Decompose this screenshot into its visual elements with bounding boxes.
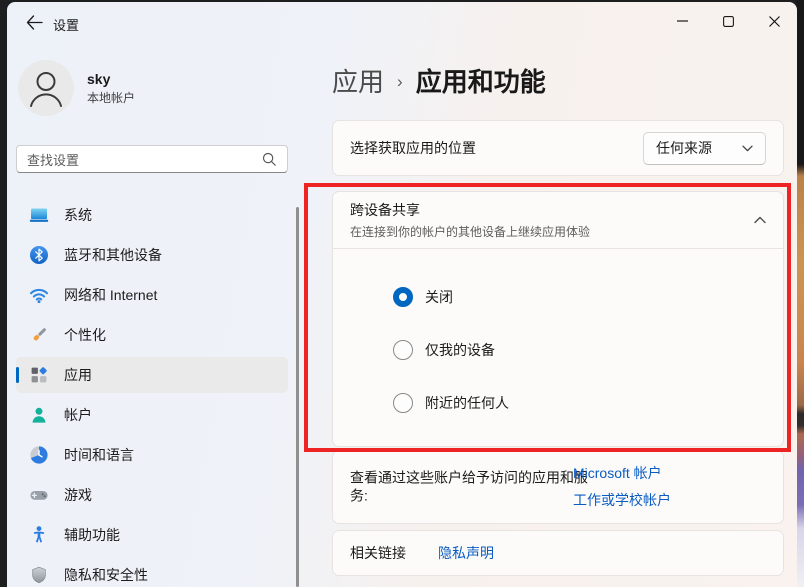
- app-source-dropdown[interactable]: 任何来源: [643, 132, 766, 165]
- search-icon: [261, 151, 277, 167]
- desktop-wallpaper-strip: [796, 0, 804, 587]
- sidebar-item-label: 辅助功能: [64, 525, 120, 545]
- chevron-down-icon: [742, 145, 753, 152]
- radio-label: 关闭: [425, 287, 453, 307]
- page-title: 应用和功能: [416, 62, 546, 99]
- sidebar-item-bluetooth[interactable]: 蓝牙和其他设备: [16, 237, 288, 273]
- radio-unselected-icon: [393, 393, 413, 413]
- user-account-type: 本地帐户: [87, 89, 135, 106]
- user-name: sky: [87, 71, 135, 87]
- sidebar-item-time-language[interactable]: 时间和语言: [16, 437, 288, 473]
- user-profile[interactable]: sky 本地帐户: [18, 60, 135, 116]
- person-icon: [18, 60, 74, 116]
- accounts-access-links: Microsoft 帐户 工作或学校帐户: [573, 451, 671, 523]
- sidebar-nav: 系统 蓝牙和其他设备: [16, 197, 288, 587]
- sidebar: sky 本地帐户 查找设置: [7, 42, 318, 587]
- gaming-gamepad-icon: [29, 485, 49, 505]
- related-links-label: 相关链接: [350, 543, 406, 563]
- time-language-clock-icon: [29, 445, 49, 465]
- sidebar-item-label: 系统: [64, 205, 92, 225]
- sidebar-item-personalization[interactable]: 个性化: [16, 317, 288, 353]
- sidebar-item-accounts[interactable]: 帐户: [16, 397, 288, 433]
- breadcrumb-separator: ›: [397, 72, 403, 92]
- accounts-access-label: 查看通过这些账户给予访问的应用和服务:: [350, 469, 588, 506]
- share-options-group: 关闭 仅我的设备 附近的任何人: [333, 249, 783, 413]
- breadcrumb-apps[interactable]: 应用: [332, 62, 384, 99]
- microsoft-account-link[interactable]: Microsoft 帐户: [573, 463, 671, 483]
- work-school-account-link[interactable]: 工作或学校帐户: [573, 490, 671, 510]
- share-expander-header[interactable]: 跨设备共享 在连接到你的帐户的其他设备上继续应用体验: [333, 192, 783, 249]
- privacy-shield-icon: [29, 565, 49, 585]
- sidebar-item-apps[interactable]: 应用: [16, 357, 288, 393]
- sidebar-scrollbar[interactable]: [296, 207, 299, 587]
- titlebar: 设置: [7, 2, 797, 42]
- dropdown-selected-value: 任何来源: [656, 138, 712, 158]
- sidebar-item-label: 蓝牙和其他设备: [64, 245, 162, 265]
- radio-selected-icon: [393, 287, 413, 307]
- desktop-background: 设置: [0, 0, 804, 587]
- app-title: 设置: [53, 15, 79, 34]
- maximize-icon: [723, 16, 734, 27]
- content-pane: 应用 › 应用和功能 选择获取应用的位置 任何来源: [318, 42, 797, 587]
- radio-option-my-devices-only[interactable]: 仅我的设备: [393, 340, 783, 360]
- sidebar-item-privacy[interactable]: 隐私和安全性: [16, 557, 288, 587]
- radio-label: 附近的任何人: [425, 393, 509, 413]
- back-button[interactable]: [19, 9, 49, 35]
- radio-option-everyone-nearby[interactable]: 附近的任何人: [393, 393, 783, 413]
- search-input[interactable]: 查找设置: [16, 145, 288, 173]
- search-placeholder: 查找设置: [27, 150, 261, 169]
- accounts-access-card: 查看通过这些账户给予访问的应用和服务: Microsoft 帐户 工作或学校帐户: [332, 450, 784, 524]
- related-links-card: 相关链接 隐私声明: [332, 530, 784, 576]
- sidebar-item-system[interactable]: 系统: [16, 197, 288, 233]
- apps-icon: [29, 365, 49, 385]
- radio-option-off[interactable]: 关闭: [393, 287, 783, 307]
- sidebar-item-gaming[interactable]: 游戏: [16, 477, 288, 513]
- accounts-person-icon: [29, 405, 49, 425]
- window-controls: [659, 2, 797, 40]
- radio-label: 仅我的设备: [425, 340, 495, 360]
- sidebar-item-label: 网络和 Internet: [64, 285, 157, 305]
- close-icon: [769, 16, 780, 27]
- settings-window: 设置: [7, 2, 797, 587]
- sidebar-item-label: 时间和语言: [64, 445, 134, 465]
- sidebar-item-network[interactable]: 网络和 Internet: [16, 277, 288, 313]
- share-title: 跨设备共享: [350, 200, 590, 220]
- sidebar-item-label: 应用: [64, 365, 92, 385]
- network-wifi-icon: [29, 285, 49, 305]
- window-body: sky 本地帐户 查找设置: [7, 42, 797, 587]
- maximize-button[interactable]: [705, 2, 751, 40]
- sidebar-item-accessibility[interactable]: 辅助功能: [16, 517, 288, 553]
- app-source-card: 选择获取应用的位置 任何来源: [332, 120, 784, 176]
- sidebar-item-label: 隐私和安全性: [64, 565, 148, 585]
- minimize-button[interactable]: [659, 2, 705, 40]
- accessibility-figure-icon: [29, 525, 49, 545]
- close-button[interactable]: [751, 2, 797, 40]
- share-across-devices-card: 跨设备共享 在连接到你的帐户的其他设备上继续应用体验 关闭: [332, 191, 784, 447]
- avatar: [18, 60, 74, 116]
- breadcrumb: 应用 › 应用和功能: [332, 62, 546, 99]
- chevron-up-icon: [754, 216, 766, 224]
- personalization-brush-icon: [29, 325, 49, 345]
- back-arrow-icon: [26, 15, 43, 30]
- sidebar-item-label: 个性化: [64, 325, 106, 345]
- radio-unselected-icon: [393, 340, 413, 360]
- share-subtitle: 在连接到你的帐户的其他设备上继续应用体验: [350, 223, 590, 240]
- bluetooth-icon: [29, 245, 49, 265]
- sidebar-item-label: 游戏: [64, 485, 92, 505]
- sidebar-item-label: 帐户: [64, 405, 92, 425]
- privacy-statement-link[interactable]: 隐私声明: [438, 543, 494, 563]
- app-source-label: 选择获取应用的位置: [350, 138, 643, 158]
- minimize-icon: [677, 20, 688, 22]
- system-icon: [29, 205, 49, 225]
